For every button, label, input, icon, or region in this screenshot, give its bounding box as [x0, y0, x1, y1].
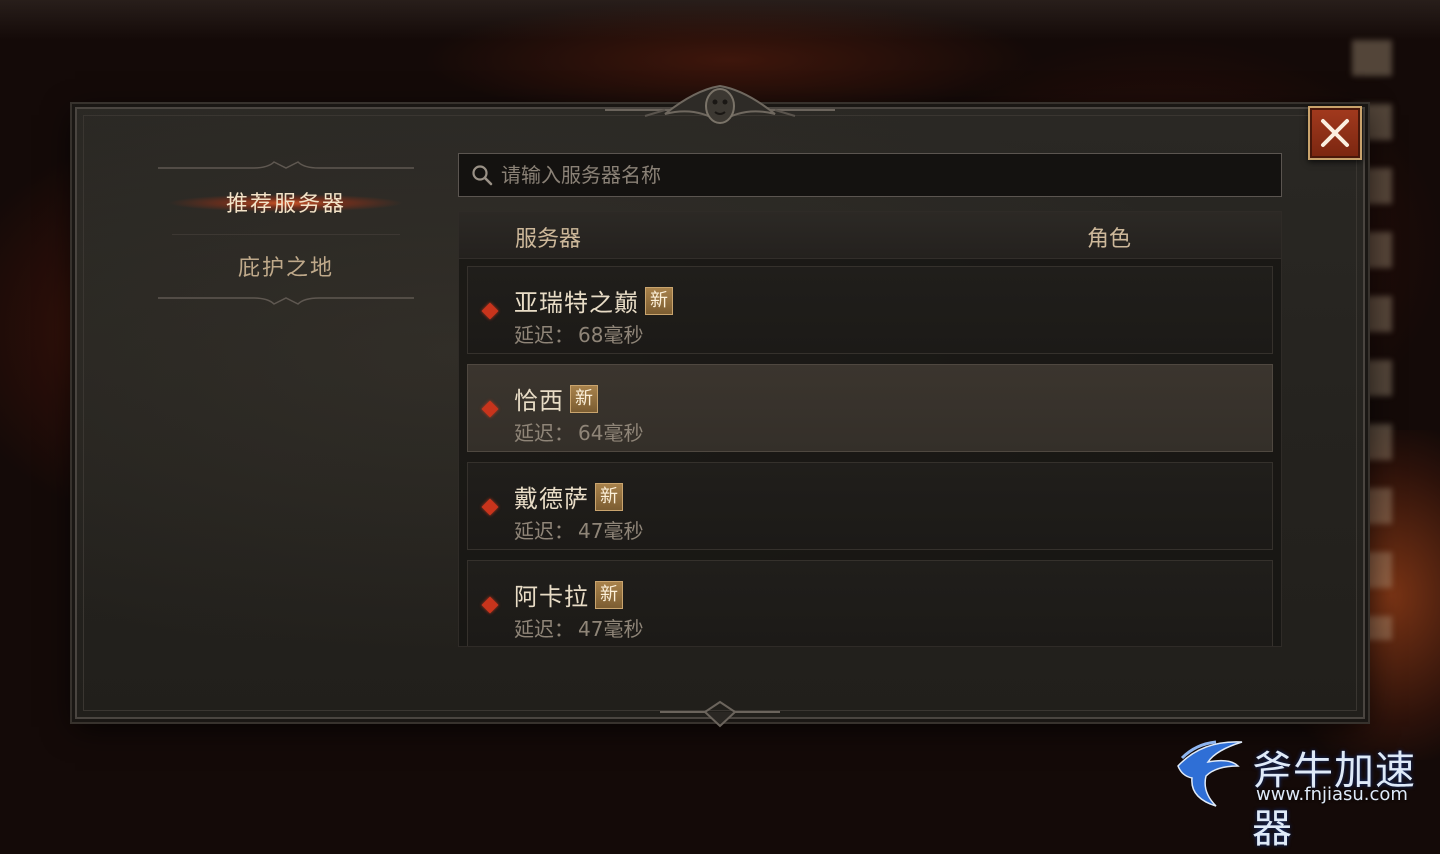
- latency-label: 延迟：: [514, 421, 574, 445]
- server-search-input[interactable]: [493, 154, 1281, 196]
- server-name: 戴德萨: [514, 485, 589, 513]
- latency-label: 延迟：: [514, 323, 574, 347]
- new-badge: 新: [595, 482, 623, 511]
- server-latency: 延迟： 47毫秒: [514, 613, 643, 642]
- bottom-ornament-icon: [660, 700, 780, 728]
- nav-item-sanctuary[interactable]: 庇护之地: [158, 236, 414, 296]
- nav-item-recommended-servers[interactable]: 推荐服务器: [158, 172, 414, 232]
- watermark-url: www.fnjiasu.com: [1256, 784, 1408, 805]
- nav-ornament-bottom-icon: [158, 297, 414, 305]
- latency-value: 68毫秒: [578, 323, 644, 347]
- column-header-role: 角色: [1087, 227, 1132, 252]
- search-icon: [472, 165, 493, 186]
- server-list-header: 服务器 角色: [459, 212, 1281, 259]
- latency-label: 延迟：: [514, 617, 574, 641]
- server-name-line: 阿卡拉 新: [514, 577, 623, 612]
- server-name: 亚瑞特之巅: [514, 289, 639, 317]
- crest-ornament-icon: [605, 84, 835, 124]
- diamond-marker-icon: [481, 302, 499, 320]
- fnjiasu-watermark: 斧牛加速器 www.fnjiasu.com: [1172, 736, 1440, 852]
- latency-value: 64毫秒: [578, 421, 644, 445]
- new-badge: 新: [595, 580, 623, 609]
- new-badge: 新: [570, 384, 598, 413]
- new-badge: 新: [645, 286, 673, 315]
- close-button[interactable]: [1308, 106, 1362, 160]
- diamond-marker-icon: [481, 400, 499, 418]
- latency-value: 47毫秒: [578, 617, 644, 641]
- server-search-box: [458, 153, 1282, 197]
- latency-label: 延迟：: [514, 519, 574, 543]
- server-row-akara[interactable]: 阿卡拉 新 延迟： 47毫秒: [467, 560, 1273, 646]
- nav-divider: [172, 234, 400, 235]
- server-row-kashya[interactable]: 恰西 新 延迟： 64毫秒: [467, 364, 1273, 452]
- server-row-deckard[interactable]: 戴德萨 新 延迟： 47毫秒: [467, 462, 1273, 550]
- server-name: 恰西: [514, 387, 564, 415]
- server-latency: 延迟： 47毫秒: [514, 515, 643, 544]
- diamond-marker-icon: [481, 596, 499, 614]
- close-icon: [1321, 119, 1349, 147]
- nav-item-label: 庇护之地: [237, 256, 334, 281]
- server-name-line: 亚瑞特之巅 新: [514, 283, 673, 318]
- latency-value: 47毫秒: [578, 519, 644, 543]
- diamond-marker-icon: [481, 498, 499, 516]
- server-latency: 延迟： 64毫秒: [514, 417, 643, 446]
- server-list-panel: 服务器 角色 亚瑞特之巅 新 延迟： 68毫秒 恰西 新 延迟： 64毫秒 戴德萨 …: [458, 211, 1282, 647]
- server-name-line: 恰西 新: [514, 381, 598, 416]
- server-name: 阿卡拉: [514, 583, 589, 611]
- column-header-server: 服务器: [515, 227, 582, 252]
- server-name-line: 戴德萨 新: [514, 479, 623, 514]
- server-latency: 延迟： 68毫秒: [514, 319, 643, 348]
- nav-item-label: 推荐服务器: [225, 192, 346, 217]
- server-row-arreat-summit[interactable]: 亚瑞特之巅 新 延迟： 68毫秒: [467, 266, 1273, 354]
- fnjiasu-logo-icon: [1177, 740, 1243, 807]
